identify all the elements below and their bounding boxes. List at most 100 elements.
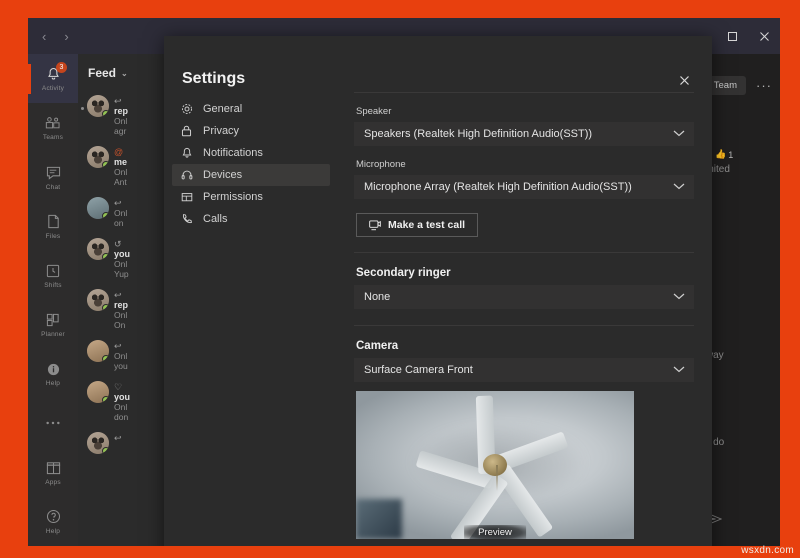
feed-header[interactable]: Feed ⌄ xyxy=(78,54,174,90)
feed-item-line3: you xyxy=(114,361,128,371)
back-arrow-icon[interactable]: ‹ xyxy=(42,29,46,44)
secondary-ringer-select[interactable]: None xyxy=(354,285,694,309)
feed-item[interactable]: ↺ you Onl Yup xyxy=(78,233,174,284)
lock-icon xyxy=(180,125,193,137)
feed-kind-icon: ↺ xyxy=(114,239,122,249)
feed-item[interactable]: ↩ xyxy=(78,427,174,459)
feed-kind-icon: ♡ xyxy=(114,382,123,392)
feed-item-title: me xyxy=(114,157,128,167)
feed-item-text: ↩ rep Onl agr xyxy=(114,95,128,136)
microphone-value: Microphone Array (Realtek High Definitio… xyxy=(364,181,632,193)
chevron-down-icon xyxy=(673,364,685,376)
feed-item-text: ↩ Onl you xyxy=(114,340,128,371)
feed-item-line3: On xyxy=(114,320,126,330)
camera-select[interactable]: Surface Camera Front xyxy=(354,358,694,382)
sidebar-item-chat[interactable]: Chat xyxy=(28,152,78,201)
bell-icon xyxy=(180,147,193,159)
sidebar-item-more[interactable] xyxy=(28,398,78,447)
grid-icon xyxy=(180,191,193,203)
feed-item-text: @ me Onl Ant xyxy=(114,146,127,187)
team-button-label: Team xyxy=(713,80,737,91)
more-options-icon[interactable]: ··· xyxy=(756,78,772,93)
speaker-select[interactable]: Speakers (Realtek High Definition Audio(… xyxy=(354,122,694,146)
planner-icon xyxy=(46,311,60,329)
sidebar-label-planner: Planner xyxy=(41,331,65,339)
files-icon xyxy=(47,213,60,231)
test-call-icon xyxy=(369,219,381,230)
feed-item[interactable]: ↩ rep Onl On xyxy=(78,284,174,335)
gear-icon xyxy=(180,103,193,115)
feed-item-line2: Onl xyxy=(114,167,128,177)
camera-preview: Preview xyxy=(356,391,634,539)
chevron-down-icon: ⌄ xyxy=(121,68,128,78)
settings-nav-label: Permissions xyxy=(203,191,263,203)
feed-item-text: ♡ you Onl don xyxy=(114,381,130,422)
sidebar-item-apps[interactable]: Apps xyxy=(28,448,78,497)
feed-item[interactable]: @ me Onl Ant xyxy=(78,141,174,192)
make-test-call-button[interactable]: Make a test call xyxy=(356,213,479,237)
sidebar-item-activity[interactable]: 3 Activity xyxy=(28,54,78,104)
teams-icon xyxy=(45,114,61,132)
info-icon xyxy=(47,360,60,378)
settings-nav-item-permissions[interactable]: Permissions xyxy=(172,186,330,208)
sidebar-item-help[interactable]: Help xyxy=(28,497,78,546)
make-test-call-label: Make a test call xyxy=(388,219,466,231)
presence-indicator xyxy=(102,304,109,311)
feed-item-line2: Onl xyxy=(114,116,128,126)
help-icon xyxy=(46,508,61,526)
settings-nav: General Privacy Notifications Devices Permis… xyxy=(172,98,330,230)
feed-item-line3: Ant xyxy=(114,177,127,187)
sidebar-item-teams[interactable]: Teams xyxy=(28,103,78,152)
sidebar-label-help: Help xyxy=(45,527,61,535)
feed-item[interactable]: ↩ rep Onl agr xyxy=(78,90,174,141)
feed-item[interactable]: ↩ Onl on xyxy=(78,192,174,233)
settings-nav-item-general[interactable]: General xyxy=(172,98,330,120)
presence-indicator xyxy=(102,212,109,219)
settings-close-button[interactable] xyxy=(670,66,698,94)
settings-nav-item-devices[interactable]: Devices xyxy=(172,164,330,186)
feed-item-text: ↩ xyxy=(114,432,122,454)
feed-item-line2: Onl xyxy=(114,208,128,218)
message-reaction[interactable]: 👍 1 xyxy=(715,149,733,160)
unread-dot xyxy=(81,107,84,110)
more-icon xyxy=(45,414,61,432)
secondary-ringer-heading: Secondary ringer xyxy=(356,267,451,279)
sidebar-item-planner[interactable]: Planner xyxy=(28,300,78,349)
reaction-count: 1 xyxy=(728,149,734,160)
feed-item[interactable]: ↩ Onl you xyxy=(78,335,174,376)
microphone-select[interactable]: Microphone Array (Realtek High Definitio… xyxy=(354,175,694,199)
settings-nav-item-notifications[interactable]: Notifications xyxy=(172,142,330,164)
avatar xyxy=(87,197,109,219)
maximize-icon[interactable] xyxy=(716,18,748,54)
avatar xyxy=(87,381,109,403)
divider-top xyxy=(354,92,694,93)
feed-kind-icon: ↩ xyxy=(114,96,122,106)
feed-item-line2: Onl xyxy=(114,259,128,269)
apps-icon xyxy=(46,459,61,477)
chat-icon xyxy=(46,164,61,182)
forward-arrow-icon[interactable]: › xyxy=(64,29,68,44)
avatar xyxy=(87,95,109,117)
feed-panel: Feed ⌄ ↩ rep Onl agr @ me Onl Ant ↩ Onl on ↺ you Onl Y… xyxy=(78,54,174,546)
feed-kind-icon: ↩ xyxy=(114,341,122,351)
presence-indicator xyxy=(102,110,109,117)
sidebar-label-shifts: Shifts xyxy=(44,281,62,289)
sidebar-label-files: Files xyxy=(45,232,61,240)
feed-item-text: ↩ rep Onl On xyxy=(114,289,128,330)
settings-nav-item-privacy[interactable]: Privacy xyxy=(172,120,330,142)
sidebar-item-shifts[interactable]: Shifts xyxy=(28,251,78,300)
sidebar-item-help-top[interactable]: Help xyxy=(28,349,78,398)
microphone-label: Microphone xyxy=(356,159,406,170)
avatar xyxy=(87,238,109,260)
sidebar-label-activity: Activity xyxy=(41,85,65,93)
close-icon[interactable] xyxy=(748,18,780,54)
sidebar-item-files[interactable]: Files xyxy=(28,202,78,251)
headset-icon xyxy=(180,169,193,181)
camera-preview-image xyxy=(356,391,634,539)
feed-title: Feed xyxy=(88,66,117,80)
app-rail: 3 Activity Teams Chat Files Shifts Plann… xyxy=(28,54,78,546)
settings-body: Speaker Speakers (Realtek High Definitio… xyxy=(354,92,694,546)
activity-badge: 3 xyxy=(56,62,67,73)
feed-item[interactable]: ♡ you Onl don xyxy=(78,376,174,427)
settings-nav-item-calls[interactable]: Calls xyxy=(172,208,330,230)
